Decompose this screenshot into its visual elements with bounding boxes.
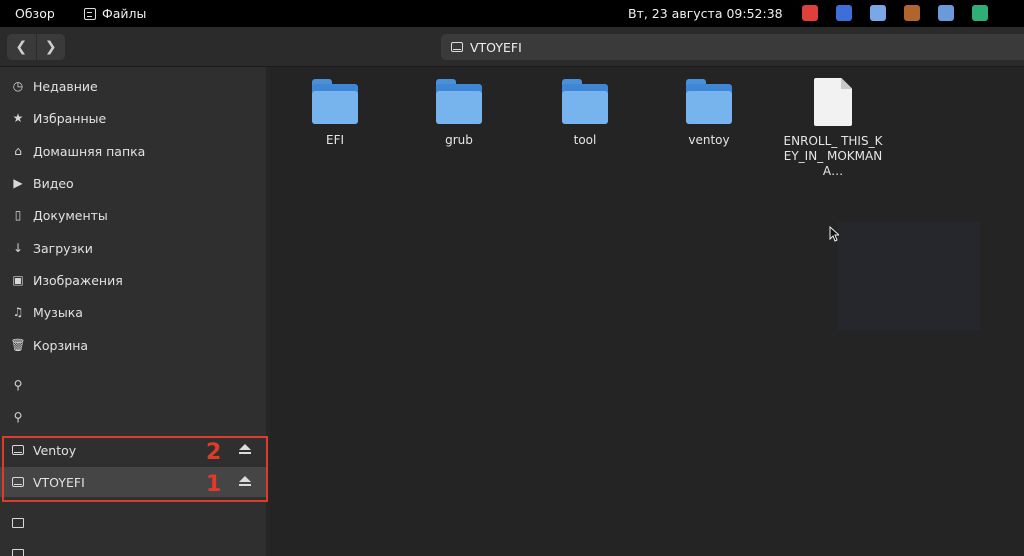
annotation-box	[2, 436, 268, 502]
folder-icon	[11, 516, 25, 530]
sidebar-item-trash[interactable]: 🗑 Корзина	[0, 330, 266, 360]
file-item-efi[interactable]: EFI	[280, 79, 390, 148]
top-bar: Обзор Файлы Вт, 23 августа 09:52:38	[0, 0, 1024, 27]
file-item-grub[interactable]: grub	[404, 79, 514, 148]
file-name: grub	[445, 133, 473, 147]
files-app-icon	[84, 7, 96, 20]
sidebar-item-pictures[interactable]: ▣ Изображения	[0, 265, 266, 295]
sidebar-item-label: Музыка	[33, 304, 83, 320]
trash-icon: 🗑	[10, 338, 26, 352]
home-icon: ⌂	[14, 144, 22, 158]
forward-button[interactable]: ❯	[35, 34, 66, 60]
folder-icon	[11, 547, 25, 556]
folder-icon	[312, 79, 358, 125]
image-icon: ▣	[12, 273, 24, 287]
tray-icon-4[interactable]	[904, 5, 920, 21]
tray-icon-6[interactable]	[972, 5, 988, 21]
header-bar: ❮ ❯ VTOYEFI	[0, 27, 1024, 67]
system-tray	[802, 5, 988, 21]
folder-icon	[436, 79, 482, 125]
sidebar-item-folder-1[interactable]	[0, 508, 266, 538]
pin-icon: ⚲	[13, 410, 23, 424]
file-name: ENROLL_ THIS_KEY_IN_ MOKMANA…	[783, 134, 883, 178]
folder-icon	[562, 79, 608, 125]
tray-icon-5[interactable]	[938, 5, 954, 21]
sidebar-item-network-1[interactable]: ⚲	[0, 370, 266, 400]
navigation-buttons: ❮ ❯	[7, 34, 65, 60]
sidebar-item-documents[interactable]: ▯ Документы	[0, 200, 266, 230]
app-name: Файлы	[102, 6, 147, 21]
file-name: tool	[573, 133, 597, 147]
annotation-number-2: 2	[206, 440, 222, 465]
document-icon	[814, 78, 852, 126]
drive-icon	[451, 42, 463, 52]
download-icon: ↓	[12, 241, 24, 255]
tray-icon-3[interactable]	[870, 5, 886, 21]
sidebar-item-label: Избранные	[33, 110, 107, 126]
tray-icon-1[interactable]	[802, 5, 818, 21]
sidebar-item-recent[interactable]: ◷ Недавние	[0, 71, 266, 101]
sidebar-item-videos[interactable]: ▶ Видео	[0, 168, 266, 198]
star-icon: ★	[12, 111, 24, 125]
sidebar-item-network-2[interactable]: ⚲	[0, 402, 266, 432]
annotation-number-1: 1	[206, 472, 222, 497]
sidebar-item-music[interactable]: ♫ Музыка	[0, 297, 266, 327]
path-label: VTOYEFI	[470, 39, 522, 55]
file-name: EFI	[325, 133, 345, 147]
file-name: ventoy	[688, 133, 730, 147]
file-item-enroll-key[interactable]: ENROLL_ THIS_KEY_IN_ MOKMANA…	[778, 78, 888, 179]
path-bar[interactable]: VTOYEFI	[441, 34, 1024, 60]
sidebar-item-label: Загрузки	[33, 240, 93, 256]
sidebar-item-label: Корзина	[33, 337, 89, 353]
activities-button[interactable]: Обзор	[15, 6, 55, 21]
sidebar-item-label: Домашняя папка	[33, 143, 146, 159]
sidebar-item-downloads[interactable]: ↓ Загрузки	[0, 233, 266, 263]
sidebar-item-label: Документы	[33, 207, 108, 223]
document-icon: ▯	[14, 208, 22, 222]
pin-icon: ⚲	[13, 378, 23, 392]
file-item-ventoy[interactable]: ventoy	[654, 79, 764, 148]
video-icon: ▶	[13, 176, 23, 190]
app-menu[interactable]: Файлы	[84, 6, 146, 21]
sidebar-item-label: Недавние	[33, 78, 98, 94]
clock[interactable]: Вт, 23 августа 09:52:38	[628, 6, 783, 21]
sidebar-item-label: Изображения	[33, 272, 123, 288]
clock-icon: ◷	[12, 79, 24, 93]
sidebar-item-label: Видео	[33, 175, 74, 191]
sidebar-item-home[interactable]: ⌂ Домашняя папка	[0, 136, 266, 166]
folder-icon	[686, 79, 732, 125]
back-button[interactable]: ❮	[7, 34, 36, 60]
tray-icon-2[interactable]	[836, 5, 852, 21]
music-icon: ♫	[12, 305, 24, 319]
background-shade	[838, 222, 980, 330]
sidebar-item-starred[interactable]: ★ Избранные	[0, 103, 266, 133]
sidebar-item-folder-2[interactable]	[0, 539, 266, 556]
mouse-cursor-icon	[829, 226, 839, 242]
file-item-tool[interactable]: tool	[530, 79, 640, 148]
